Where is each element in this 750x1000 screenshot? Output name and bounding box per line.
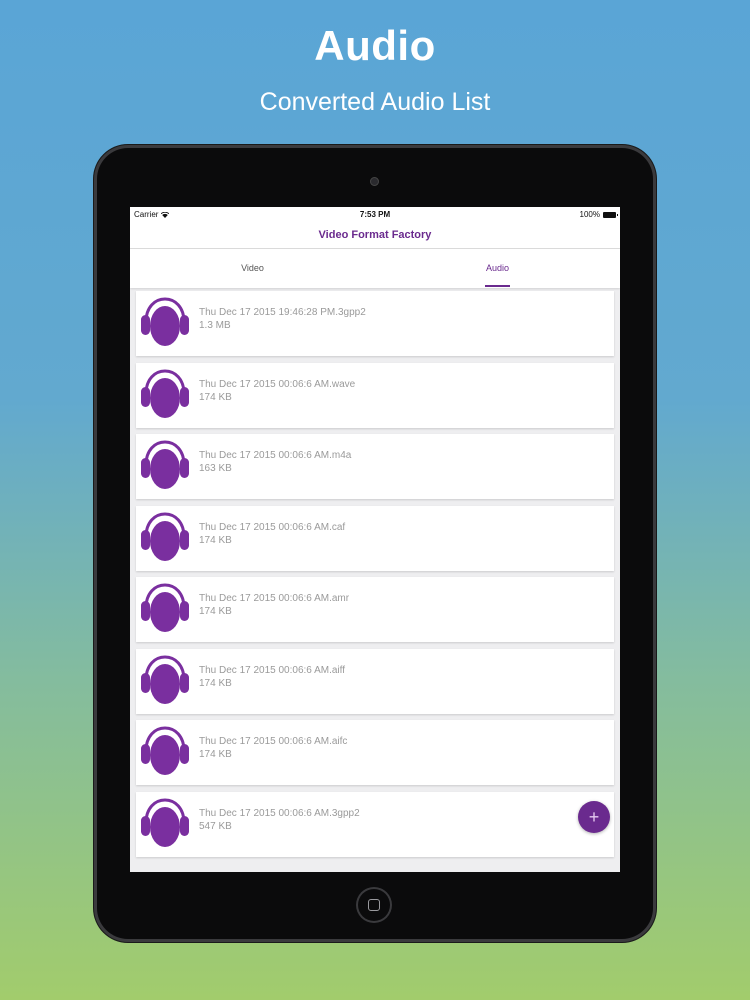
promo-title: Audio xyxy=(314,22,436,69)
status-time: 7:53 PM xyxy=(359,210,391,219)
tab-selected-indicator xyxy=(485,285,510,287)
headphones-head-icon xyxy=(141,297,189,346)
audio-file-size: 174 KB xyxy=(199,749,232,760)
audio-file-name: Thu Dec 17 2015 00:06:6 AM.amr xyxy=(199,593,350,604)
list-item[interactable]: Thu Dec 17 2015 00:06:6 AM.amr 174 KB xyxy=(136,577,614,642)
headphones-head-icon xyxy=(141,654,189,704)
audio-file-name: Thu Dec 17 2015 00:06:6 AM.aiff xyxy=(199,664,346,676)
list-item[interactable]: Thu Dec 17 2015 00:06:6 AM.m4a 163 KB xyxy=(136,434,614,499)
home-square-icon xyxy=(368,899,380,911)
list-item[interactable]: Thu Dec 17 2015 00:06:6 AM.aiff 174 KB xyxy=(136,648,614,714)
headphones-head-icon xyxy=(141,511,189,561)
battery-percent: 100% xyxy=(579,210,600,219)
audio-file-size: 1.3 MB xyxy=(199,320,231,331)
tab-video[interactable]: Video xyxy=(130,249,375,288)
headphones-head-icon xyxy=(141,440,189,489)
audio-file-size: 174 KB xyxy=(199,534,232,546)
audio-file-name: Thu Dec 17 2015 00:06:6 AM.aifc xyxy=(199,736,348,747)
list-item[interactable]: Thu Dec 17 2015 00:06:6 AM.caf 174 KB xyxy=(136,505,614,571)
tab-audio[interactable]: Audio xyxy=(375,249,620,288)
audio-file-name: Thu Dec 17 2015 19:46:28 PM.3gpp2 xyxy=(199,307,366,318)
tab-audio-label: Audio xyxy=(485,263,510,273)
audio-file-size: 163 KB xyxy=(199,463,232,474)
audio-file-size: 174 KB xyxy=(199,606,232,617)
audio-file-size: 174 KB xyxy=(199,677,232,689)
list-item[interactable]: Thu Dec 17 2015 00:06:6 AM.wave 174 KB xyxy=(136,362,614,428)
headphones-head-icon xyxy=(141,797,189,847)
navigation-bar: Video Format Factory xyxy=(130,222,620,249)
audio-file-name: Thu Dec 17 2015 00:06:6 AM.caf xyxy=(199,521,346,533)
battery-icon xyxy=(603,211,618,218)
audio-file-name: Thu Dec 17 2015 00:06:6 AM.wave xyxy=(199,378,356,390)
add-button[interactable]: + xyxy=(578,801,610,833)
status-bar: Carrier 7:53 PM 100% xyxy=(130,207,620,222)
app-screen: Carrier 7:53 PM 100% Video Format Factor… xyxy=(130,207,620,872)
list-item[interactable]: Thu Dec 17 2015 00:06:6 AM.aifc 174 KB xyxy=(136,720,614,785)
headphones-head-icon xyxy=(141,726,189,775)
tab-video-label: Video xyxy=(241,263,264,273)
home-button[interactable] xyxy=(356,887,392,923)
headphones-head-icon xyxy=(141,368,189,418)
tablet-frame: Carrier 7:53 PM 100% Video Format Factor… xyxy=(94,145,656,942)
nav-title: Video Format Factory xyxy=(318,229,432,241)
audio-list: Thu Dec 17 2015 19:46:28 PM.3gpp2 1.3 MB… xyxy=(136,291,614,863)
plus-icon: + xyxy=(588,807,600,827)
headphones-head-icon xyxy=(141,583,189,632)
tab-bar: Video Audio xyxy=(130,249,620,288)
promo-subtitle: Converted Audio List xyxy=(259,88,491,116)
audio-file-name: Thu Dec 17 2015 00:06:6 AM.3gpp2 xyxy=(199,807,360,819)
list-item[interactable]: Thu Dec 17 2015 19:46:28 PM.3gpp2 1.3 MB xyxy=(136,291,614,356)
audio-file-name: Thu Dec 17 2015 00:06:6 AM.m4a xyxy=(199,450,352,461)
camera-icon xyxy=(370,177,379,186)
audio-file-size: 174 KB xyxy=(199,391,232,403)
audio-file-size: 547 KB xyxy=(199,820,232,832)
list-item[interactable]: Thu Dec 17 2015 00:06:6 AM.3gpp2 547 KB xyxy=(136,791,614,857)
